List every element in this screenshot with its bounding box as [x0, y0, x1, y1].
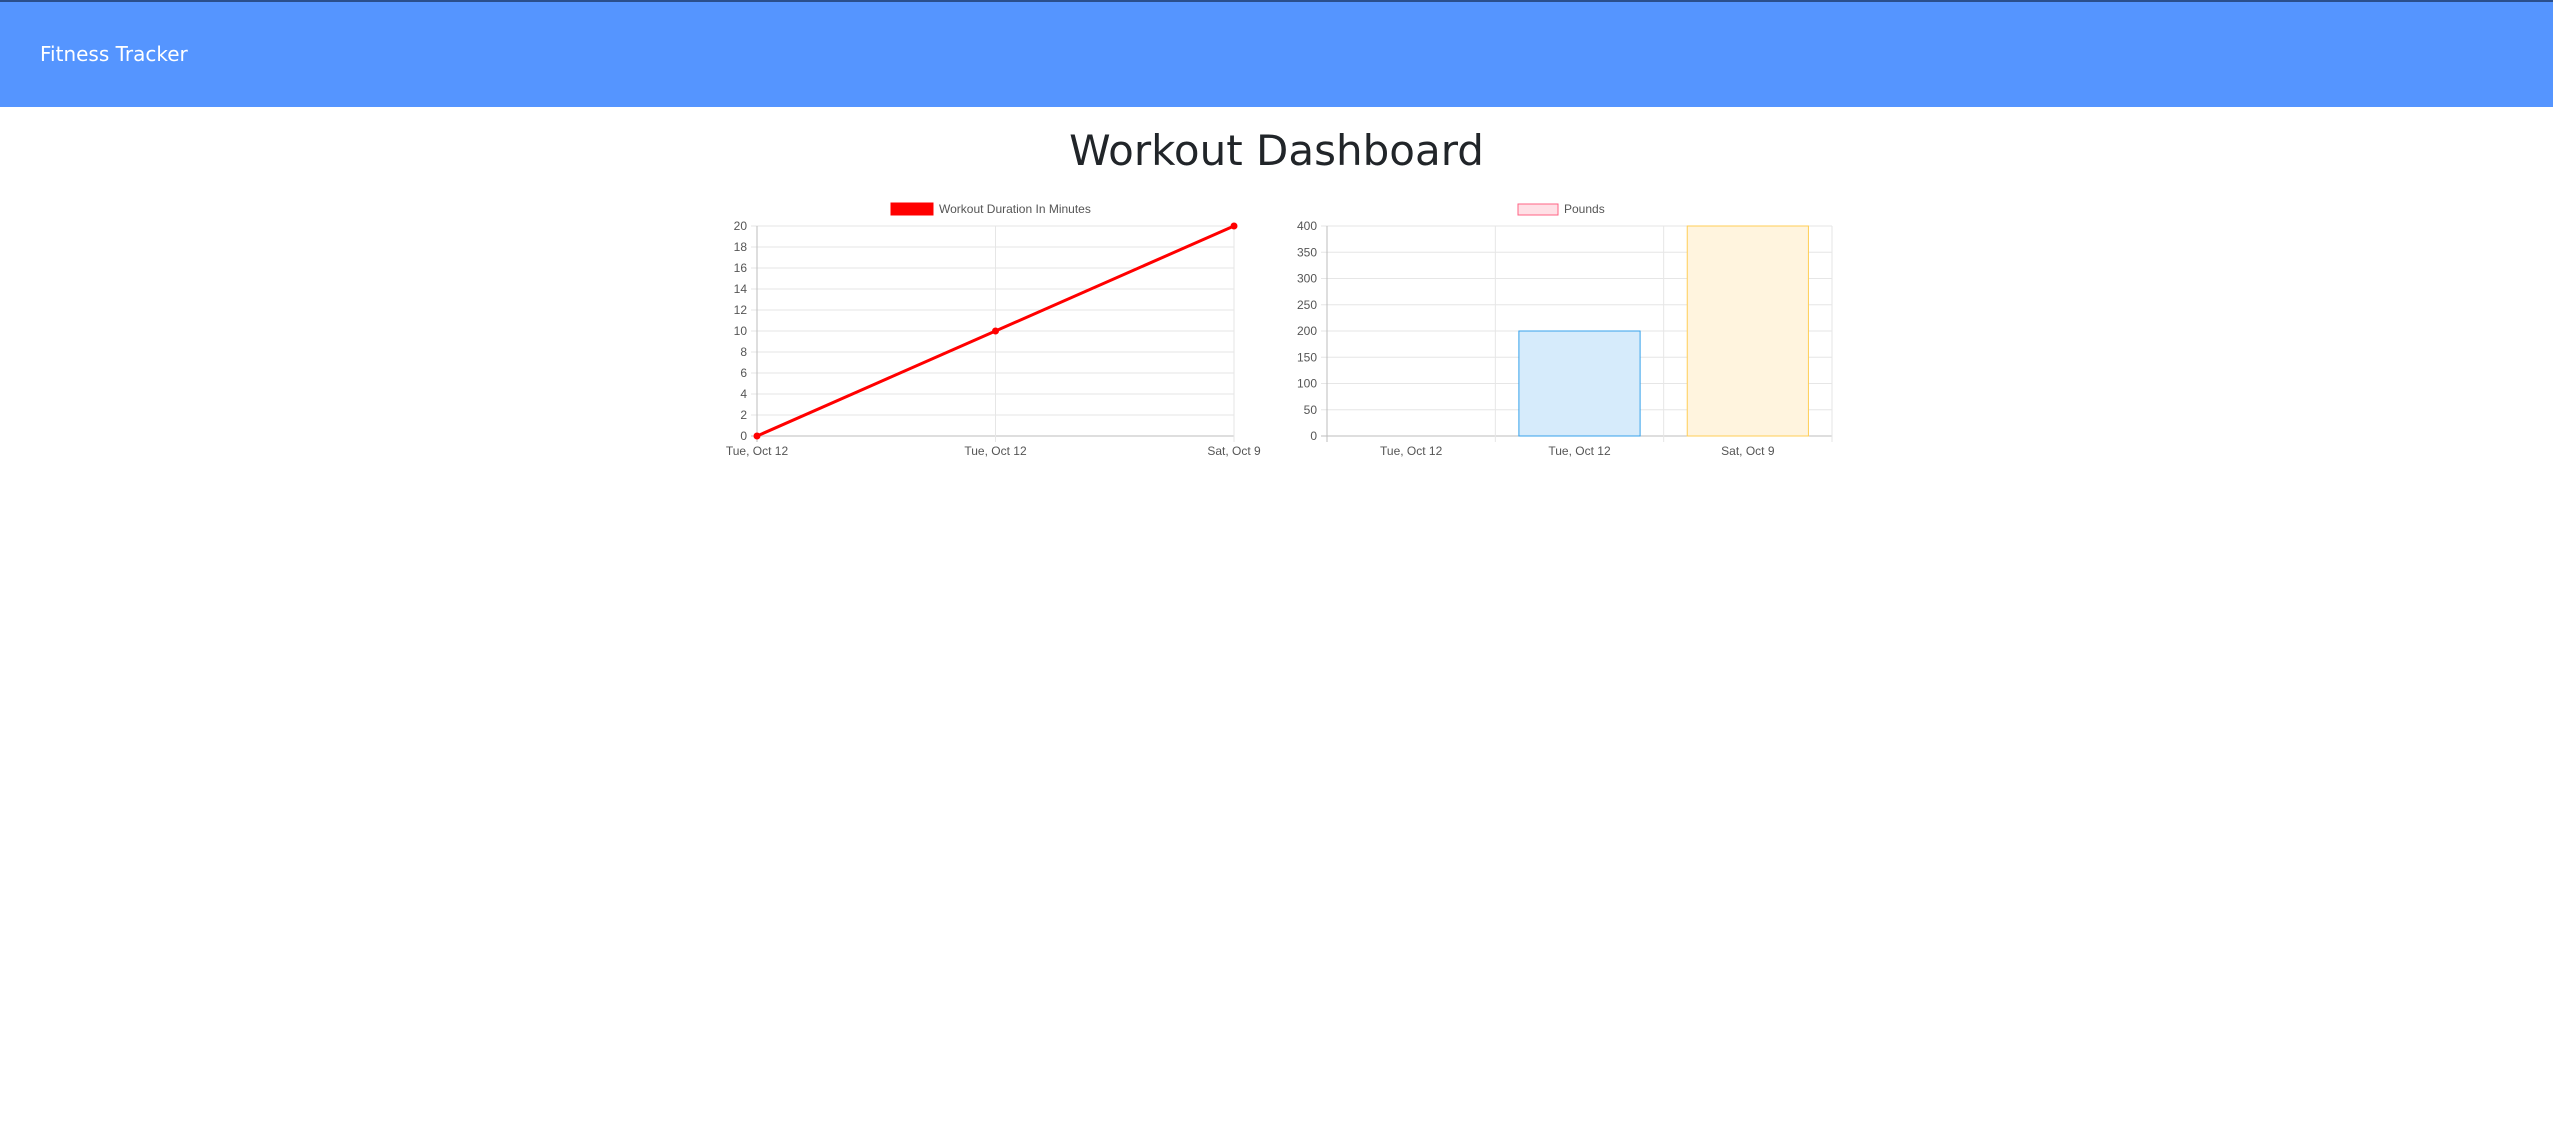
y-tick-label: 10	[734, 324, 748, 338]
pounds-chart-svg: Pounds 0 50 100 150 200 250 300 350 400 Tue, Oct 1…	[1297, 202, 1833, 458]
y-tick-label: 350	[1297, 245, 1317, 259]
x-tick-label: Tue, Oct 12	[1380, 444, 1443, 458]
pounds-bar	[1686, 225, 1809, 437]
y-tick-label: 250	[1297, 298, 1317, 312]
workout-duration-chart: Workout Duration In Minutes 0 2 4 6 8 10 12 14 16…	[700, 195, 1270, 475]
y-tick-label: 150	[1297, 350, 1317, 364]
legend-label-pounds: Pounds	[1564, 202, 1605, 216]
navbar-brand[interactable]: Fitness Tracker	[40, 42, 188, 66]
y-tick-label: 200	[1297, 324, 1317, 338]
duration-data-point	[1230, 222, 1238, 230]
workout-duration-chart-svg: Workout Duration In Minutes 0 2 4 6 8 10 12 14 16…	[726, 202, 1261, 458]
navbar: Fitness Tracker	[0, 0, 2553, 107]
y-tick-label: 4	[740, 387, 747, 401]
y-tick-label: 400	[1297, 219, 1317, 233]
y-tick-label: 18	[734, 240, 748, 254]
legend-label-duration: Workout Duration In Minutes	[939, 202, 1091, 216]
duration-data-point	[992, 327, 999, 335]
x-tick-label: Tue, Oct 12	[1548, 444, 1611, 458]
y-tick-label: 14	[734, 282, 748, 296]
y-tick-label: 6	[740, 366, 747, 380]
x-tick-label: Tue, Oct 12	[726, 444, 789, 458]
pounds-bar	[1518, 330, 1641, 437]
y-tick-label: 20	[734, 219, 748, 233]
pounds-chart: Pounds 0 50 100 150 200 250 300 350 400 Tue, Oct 1…	[1270, 195, 1840, 475]
y-tick-label: 300	[1297, 272, 1317, 286]
page-title: Workout Dashboard	[1069, 126, 1484, 175]
duration-data-point	[753, 432, 761, 440]
x-tick-label: Sat, Oct 9	[1207, 444, 1261, 458]
y-tick-label: 0	[740, 429, 747, 443]
y-tick-label: 0	[1310, 429, 1317, 443]
legend-swatch-pounds	[1517, 203, 1559, 216]
y-tick-label: 8	[740, 345, 747, 359]
y-tick-label: 16	[734, 261, 748, 275]
y-tick-label: 2	[740, 408, 747, 422]
legend-swatch-duration	[890, 202, 934, 216]
x-tick-label: Sat, Oct 9	[1721, 444, 1775, 458]
x-tick-label: Tue, Oct 12	[964, 444, 1027, 458]
y-tick-label: 12	[734, 303, 748, 317]
y-tick-label: 50	[1304, 403, 1318, 417]
y-tick-label: 100	[1297, 377, 1317, 391]
